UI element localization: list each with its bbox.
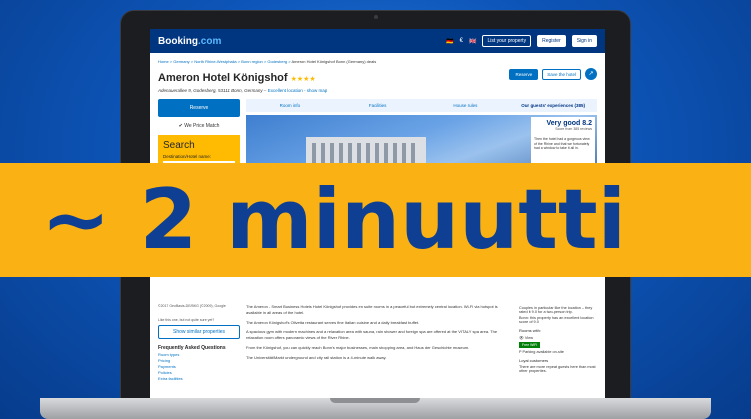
sidebar-reserve-button[interactable]: Reserve — [158, 99, 240, 117]
laptop-base — [40, 398, 711, 419]
loyal-customers-text: There are more repeat guests here than m… — [519, 365, 596, 373]
tab-room-info[interactable]: Room info — [246, 99, 334, 112]
tab-facilities[interactable]: Facilities — [334, 99, 422, 112]
faq-title: Frequently Asked Questions — [158, 345, 226, 351]
hotel-description: The Ameron - Smart Business Hotels Hotel… — [246, 304, 513, 403]
destination-label: Destination/Hotel name: — [163, 154, 212, 159]
description-paragraph: The Ameron - Smart Business Hotels Hotel… — [246, 304, 498, 315]
loyal-customers-label: Loyal customers — [519, 358, 549, 363]
property-highlights: Couples in particular like the location … — [519, 304, 597, 403]
faq-link[interactable]: Room types — [158, 352, 240, 357]
faq-link[interactable]: Policies — [158, 370, 240, 375]
share-icon[interactable]: ↗ — [585, 68, 597, 80]
crumb-home[interactable]: Home — [158, 59, 169, 64]
hotel-tabs: Room info Facilities House rules Our gue… — [246, 99, 597, 112]
star-rating: ★★★★ — [290, 76, 316, 83]
flag-icon[interactable]: 🇩🇪 — [446, 38, 453, 45]
map-caption: ©2017 GeoBasis-DE/BKG (©2009), Google — [158, 304, 226, 308]
hotel-address: Adenauerallee 9, Godesberg, 53111 Bonn, … — [158, 88, 328, 93]
location-rating-text: Couples in particular like the location … — [519, 306, 593, 314]
crumb-current: Ameron Hotel Königshof Bonn (Germany) de… — [291, 59, 377, 64]
review-count: Score from 385 reviews — [555, 127, 592, 131]
hotel-name: Ameron Hotel Königshof — [158, 72, 288, 84]
breadcrumb: Home > Germany > North Rhine-Westphalia … — [158, 59, 377, 64]
currency-button[interactable]: € — [460, 38, 463, 44]
similar-properties-button[interactable]: Show similar properties — [158, 325, 240, 339]
save-button[interactable]: Save the hotel — [542, 68, 581, 80]
show-map-link[interactable]: Excellent location - show map — [268, 88, 328, 93]
description-paragraph: A spacious gym with modern machines and … — [246, 329, 498, 341]
parking-feature: P Parking available on-site — [519, 350, 564, 354]
description-paragraph: From the Königshof, you can quickly reac… — [246, 344, 470, 350]
reserve-button[interactable]: Reserve — [509, 68, 539, 80]
booking-header: Booking.com 🇩🇪 € 🇬🇧 List your property R… — [150, 29, 605, 53]
signin-button[interactable]: Sign in — [571, 35, 597, 47]
booking-logo[interactable]: Booking.com — [158, 36, 221, 47]
faq-link[interactable]: Pricing — [158, 358, 240, 363]
duration-banner: ~ 2 minuutti — [0, 163, 751, 277]
register-button[interactable]: Register — [537, 35, 566, 47]
location-score-text: Bonn: this property has an excellent loc… — [519, 316, 594, 324]
lower-section: ©2017 GeoBasis-DE/BKG (©2009), Google Li… — [150, 304, 605, 403]
similar-prompt: Like this one, but not quite sure yet? — [158, 318, 215, 322]
crumb-area[interactable]: Bonn region — [241, 59, 263, 64]
laptop-notch — [330, 398, 420, 403]
hotel-heading: Ameron Hotel Königshof ★★★★ Adenauerallee… — [150, 66, 605, 95]
search-title: Search — [163, 140, 195, 151]
wifi-badge: Free WiFi — [519, 342, 541, 348]
rooms-with-label: Rooms with: — [519, 328, 542, 333]
crumb-country[interactable]: Germany — [173, 59, 189, 64]
duration-text: ~ 2 minuutti — [41, 171, 627, 268]
review-score: Very good 8.2 — [546, 120, 592, 127]
tab-house-rules[interactable]: House rules — [422, 99, 510, 112]
faq-link[interactable]: Payments — [158, 364, 240, 369]
list-property-button[interactable]: List your property — [482, 35, 532, 47]
tab-guest-experiences[interactable]: Our guests' experiences (385) — [509, 99, 597, 112]
description-paragraph: The Ameron Königshof's Olivetta restaura… — [246, 319, 420, 325]
crumb-city[interactable]: Godesberg — [267, 59, 287, 64]
faq-link[interactable]: Extra facilities — [158, 376, 240, 381]
language-flag-icon[interactable]: 🇬🇧 — [469, 38, 476, 45]
review-quote: Then the hotel had a gorgeous view of th… — [534, 137, 590, 151]
webcam-icon — [374, 15, 378, 19]
crumb-region[interactable]: North Rhine-Westphalia — [194, 59, 236, 64]
view-feature: 👁 View — [519, 336, 534, 340]
price-match-label: ✔ We Price Match — [178, 123, 220, 129]
description-paragraph: The Universität/Markt underground and ci… — [246, 354, 387, 360]
